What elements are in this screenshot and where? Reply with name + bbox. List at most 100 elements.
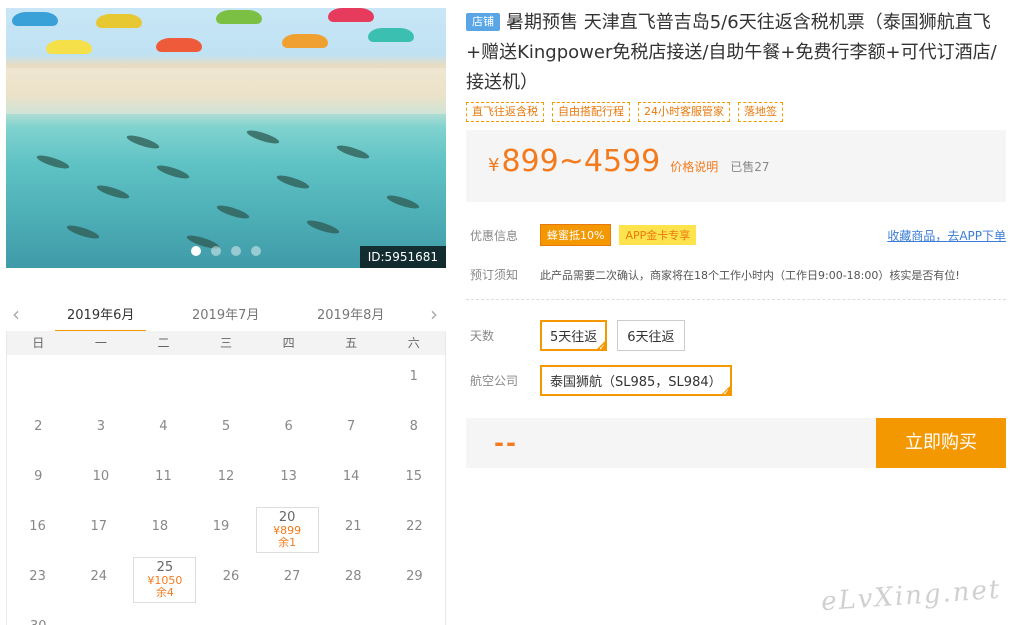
calendar-day: 12: [195, 455, 258, 505]
calendar-empty-cell: [320, 605, 383, 625]
discount-label: 优惠信息: [470, 228, 519, 243]
calendar-day-available[interactable]: 20 ¥899 余1: [255, 507, 319, 553]
sold-count: 已售27: [730, 160, 770, 174]
day-number: 29: [406, 569, 423, 584]
calendar-day: 28: [323, 555, 384, 605]
day-number: 10: [92, 469, 110, 484]
day-number: 28: [345, 569, 362, 584]
site-watermark: eLvXing.net: [819, 574, 1002, 618]
calendar-day: 6: [257, 405, 320, 455]
calendar-day: 4: [132, 405, 195, 455]
calendar-empty-cell: [132, 355, 195, 405]
days-row: 天数 5天往返 6天往返: [466, 320, 1006, 352]
feature-tag: 直飞往返含税: [466, 102, 544, 122]
calendar-day: 23: [7, 555, 68, 605]
day-number: 24: [90, 569, 107, 584]
umbrella-shape: [96, 14, 142, 28]
product-title: 暑期预售 天津直飞普吉岛5/6天往返含税机票（泰国狮航直飞+赠送Kingpowe…: [466, 12, 997, 93]
calendar-empty-cell: [7, 355, 70, 405]
calendar-day: 21: [323, 505, 384, 555]
calendar-day: 17: [68, 505, 129, 555]
fish-shape: [95, 182, 131, 202]
month-tab-july[interactable]: 2019年7月: [192, 304, 259, 323]
calendar-empty-cell: [195, 355, 258, 405]
day-number: 25: [156, 560, 174, 575]
day-number: 17: [90, 519, 107, 534]
calendar-day: 11: [132, 455, 195, 505]
beach-sand: [6, 68, 446, 114]
day-number: 14: [342, 469, 360, 484]
month-tab-august[interactable]: 2019年8月: [317, 304, 384, 323]
carousel-dot[interactable]: [231, 246, 241, 256]
weekday-label: 日: [32, 336, 45, 350]
umbrella-shape: [46, 40, 92, 54]
airline-label: 航空公司: [470, 374, 519, 388]
weekday-label: 三: [220, 336, 233, 350]
day-number: 16: [29, 519, 46, 534]
calendar-empty-cell: [257, 605, 320, 625]
days-option-5[interactable]: 5天往返: [540, 320, 608, 352]
day-number: 11: [155, 469, 172, 484]
calendar-empty-cell: [70, 605, 133, 625]
chevron-right-icon[interactable]: ›: [430, 302, 438, 326]
price-explain-link[interactable]: 价格说明: [670, 158, 718, 175]
fish-shape: [155, 162, 191, 182]
day-number: 12: [217, 469, 235, 484]
shop-tag: 店铺: [466, 13, 500, 31]
fish-shape: [385, 192, 421, 212]
weekday-label: 四: [282, 336, 295, 350]
buy-now-button[interactable]: 立即购买: [876, 418, 1006, 468]
calendar-day: 26: [200, 555, 261, 605]
calendar-day: 9: [7, 455, 70, 505]
days-option-6[interactable]: 6天往返: [617, 320, 685, 351]
product-photo: ID:5951681: [6, 8, 446, 268]
calendar-day: 3: [70, 405, 133, 455]
product-id-badge: ID:5951681: [359, 246, 446, 268]
discount-row: 优惠信息 蜂蜜抵10% APP金卡专享 收藏商品，去APP下单: [466, 224, 1006, 246]
weekday-label: 二: [157, 336, 170, 350]
fish-shape: [35, 152, 71, 172]
day-stock: 余4: [155, 586, 174, 599]
price-range: 899~4599: [501, 144, 661, 179]
calendar-day: 22: [384, 505, 445, 555]
umbrella-shape: [328, 8, 374, 22]
day-stock: 余1: [278, 536, 297, 549]
calendar-grid: 日一二三四五六 1 2 3 4 5 6 7 8 9 10 11 12 13 14 15 16 17 18 19 20 ¥…: [6, 331, 446, 625]
umbrella-shape: [282, 34, 328, 48]
day-number: 1: [409, 369, 418, 384]
fish-shape: [215, 202, 251, 222]
day-number: 5: [221, 419, 231, 434]
price-box: ¥ 899~4599 价格说明 已售27: [466, 130, 1006, 202]
calendar-week-row: 30: [7, 605, 445, 625]
calendar-week-row: 1: [7, 355, 445, 405]
feature-tag: 24小时客服管家: [638, 102, 730, 122]
carousel-dot[interactable]: [191, 246, 201, 256]
days-label: 天数: [470, 329, 495, 343]
calendar-week-row: 23 24 25 ¥1050 余4 26 27 28 29: [7, 555, 445, 605]
airline-option[interactable]: 泰国狮航（SL985，SL984）: [540, 365, 732, 397]
calendar-day: 1: [382, 355, 445, 405]
calendar-day: 30: [7, 605, 70, 625]
umbrella-shape: [156, 38, 202, 52]
day-number: 8: [409, 419, 418, 434]
calendar-empty-cell: [320, 355, 383, 405]
calendar-day: 8: [382, 405, 445, 455]
chevron-left-icon[interactable]: ‹: [12, 302, 20, 326]
day-number: 9: [34, 469, 43, 484]
day-number: 20: [278, 510, 296, 525]
umbrella-shape: [12, 12, 58, 26]
notice-text: 此产品需要二次确认，商家将在18个工作小时内（工作日9:00-18:00）核实是…: [540, 268, 960, 282]
carousel-dot[interactable]: [251, 246, 261, 256]
calendar-empty-cell: [195, 605, 258, 625]
calendar-empty-cell: [257, 355, 320, 405]
section-divider: [466, 299, 1006, 300]
weekday-label: 五: [345, 336, 358, 350]
month-tab-june[interactable]: 2019年6月: [54, 304, 147, 333]
calendar-day: 24: [68, 555, 129, 605]
calendar-day-available[interactable]: 25 ¥1050 余4: [133, 557, 197, 603]
honey-discount-badge: 蜂蜜抵10%: [540, 224, 612, 246]
calendar-day: 13: [257, 455, 320, 505]
day-number: 3: [96, 419, 105, 434]
carousel-dot[interactable]: [211, 246, 221, 256]
favorite-link[interactable]: 收藏商品，去APP下单: [887, 227, 1006, 244]
